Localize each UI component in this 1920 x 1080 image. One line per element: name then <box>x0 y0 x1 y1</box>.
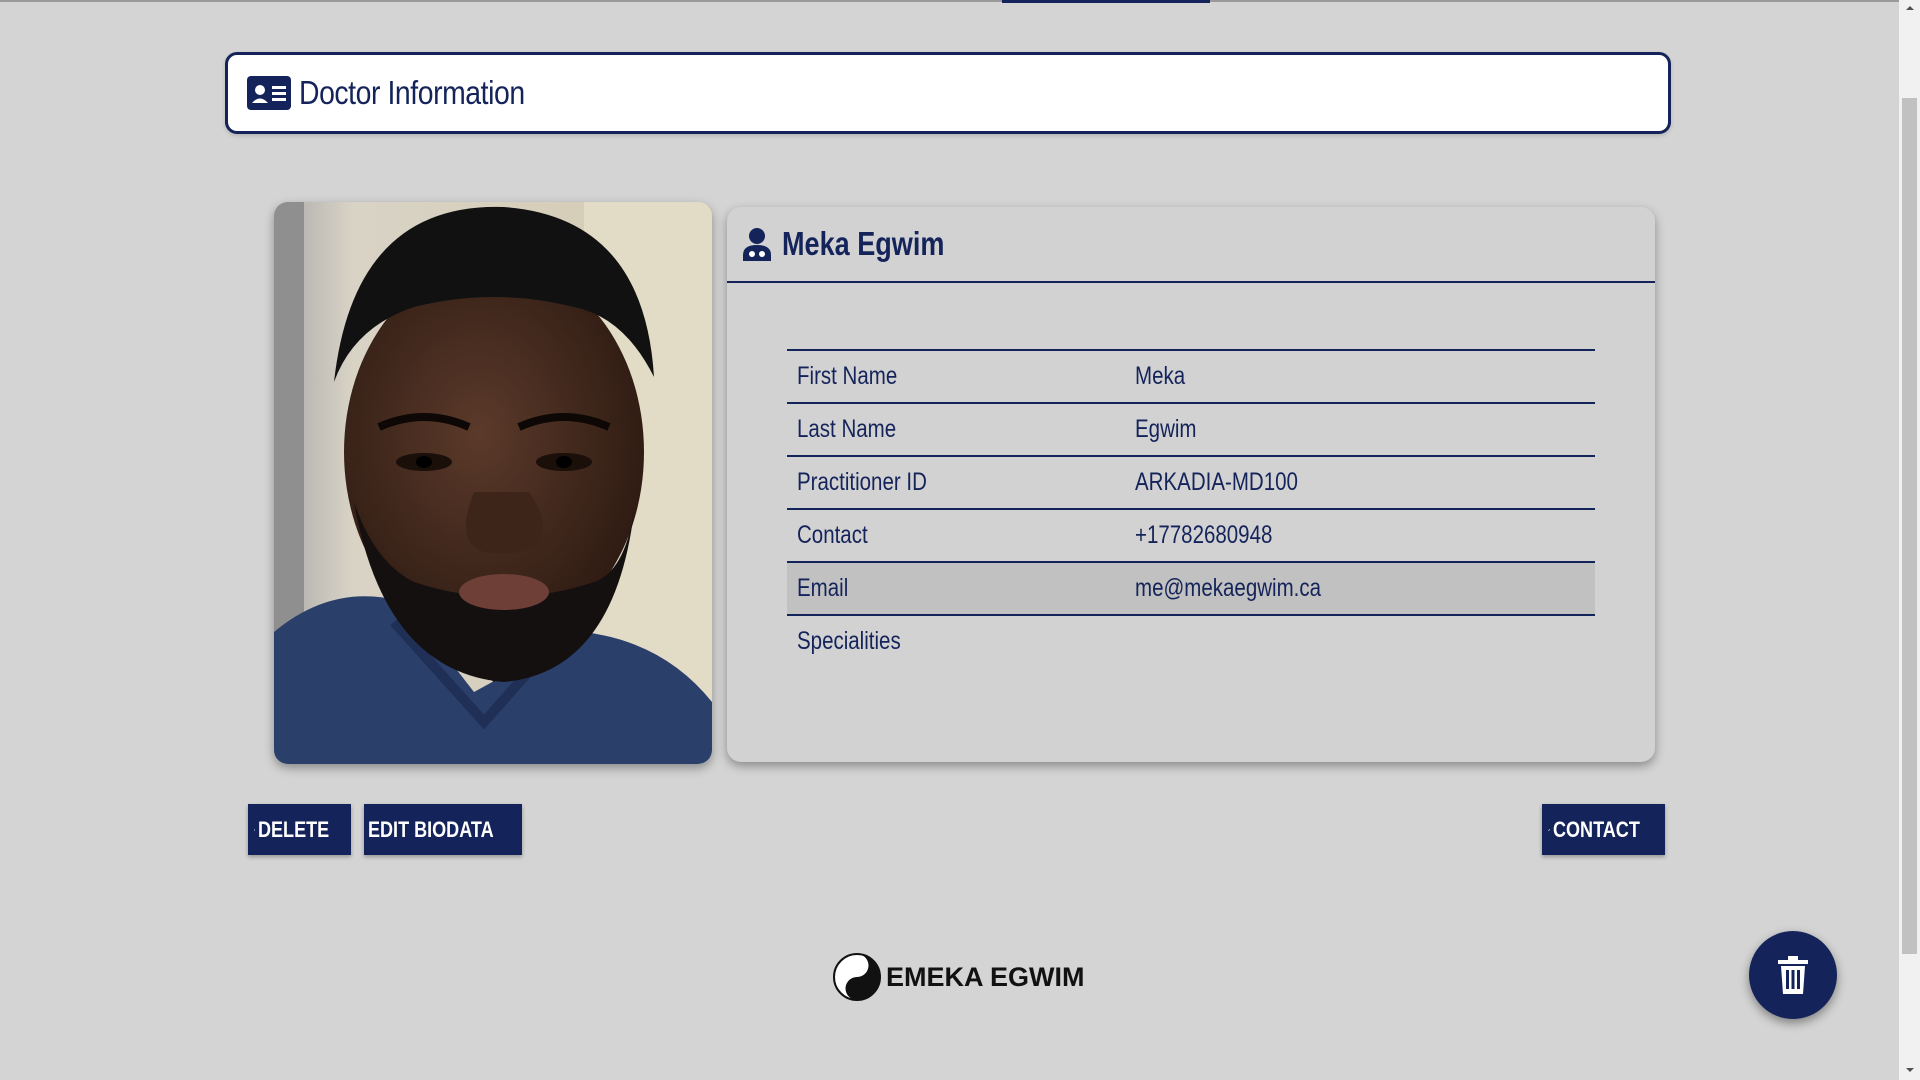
active-tab-indicator <box>1002 0 1210 3</box>
pencil-icon <box>1548 828 1550 831</box>
row-value: Egwim <box>1135 415 1197 443</box>
row-label: Specialities <box>797 627 901 655</box>
delete-button[interactable]: DELETE <box>248 804 351 855</box>
table-row: First Name Meka <box>787 349 1595 403</box>
portrait-photo <box>274 202 712 764</box>
table-row: Contact +17782680948 <box>787 508 1595 562</box>
trash-icon <box>254 828 256 831</box>
row-label: Last Name <box>797 415 897 443</box>
edit-biodata-button[interactable]: EDIT BIODATA <box>364 804 522 855</box>
row-value: ARKADIA-MD100 <box>1135 468 1298 496</box>
yin-yang-icon <box>833 953 881 1001</box>
row-value: me@mekaegwim.ca <box>1135 574 1322 602</box>
floating-delete-button[interactable] <box>1749 931 1837 1019</box>
scroll-up-icon[interactable] <box>1903 2 1917 14</box>
row-label: Contact <box>797 521 868 549</box>
row-value: +17782680948 <box>1135 521 1273 549</box>
table-row: Specialities <box>787 615 1595 667</box>
footer-brand: EMEKA EGWIM <box>832 952 1085 1002</box>
doctor-info-card: Meka Egwim First Name Meka Last Name Egw… <box>727 207 1655 762</box>
trash-icon <box>1778 956 1808 994</box>
row-value: Meka <box>1135 362 1186 390</box>
contact-button-label: CONTACT <box>1553 816 1640 842</box>
row-label: Practitioner ID <box>797 468 927 496</box>
table-row: Practitioner ID ARKADIA-MD100 <box>787 455 1595 509</box>
page-title: Doctor Information <box>299 74 525 111</box>
table-row: Email me@mekaegwim.ca <box>787 561 1595 616</box>
footer-brand-text: EMEKA EGWIM <box>886 961 1085 992</box>
row-label: First Name <box>797 362 898 390</box>
id-card-icon <box>247 76 291 110</box>
page-header: Doctor Information <box>225 52 1671 134</box>
table-row: Last Name Egwim <box>787 402 1595 456</box>
edit-biodata-button-label: EDIT BIODATA <box>367 816 494 842</box>
delete-button-label: DELETE <box>258 816 330 842</box>
row-label: Email <box>797 574 849 602</box>
doctor-details-table: First Name Meka Last Name Egwim Practiti… <box>787 349 1595 667</box>
scrollbar-thumb[interactable] <box>1902 98 1917 954</box>
doctor-name-header: Meka Egwim <box>727 207 1655 283</box>
top-divider <box>0 0 1899 2</box>
scroll-down-icon[interactable] <box>1903 1064 1917 1076</box>
doctor-photo <box>274 202 712 764</box>
user-doctor-icon <box>743 228 771 261</box>
doctor-name: Meka Egwim <box>782 225 945 262</box>
contact-button[interactable]: CONTACT <box>1542 804 1665 855</box>
